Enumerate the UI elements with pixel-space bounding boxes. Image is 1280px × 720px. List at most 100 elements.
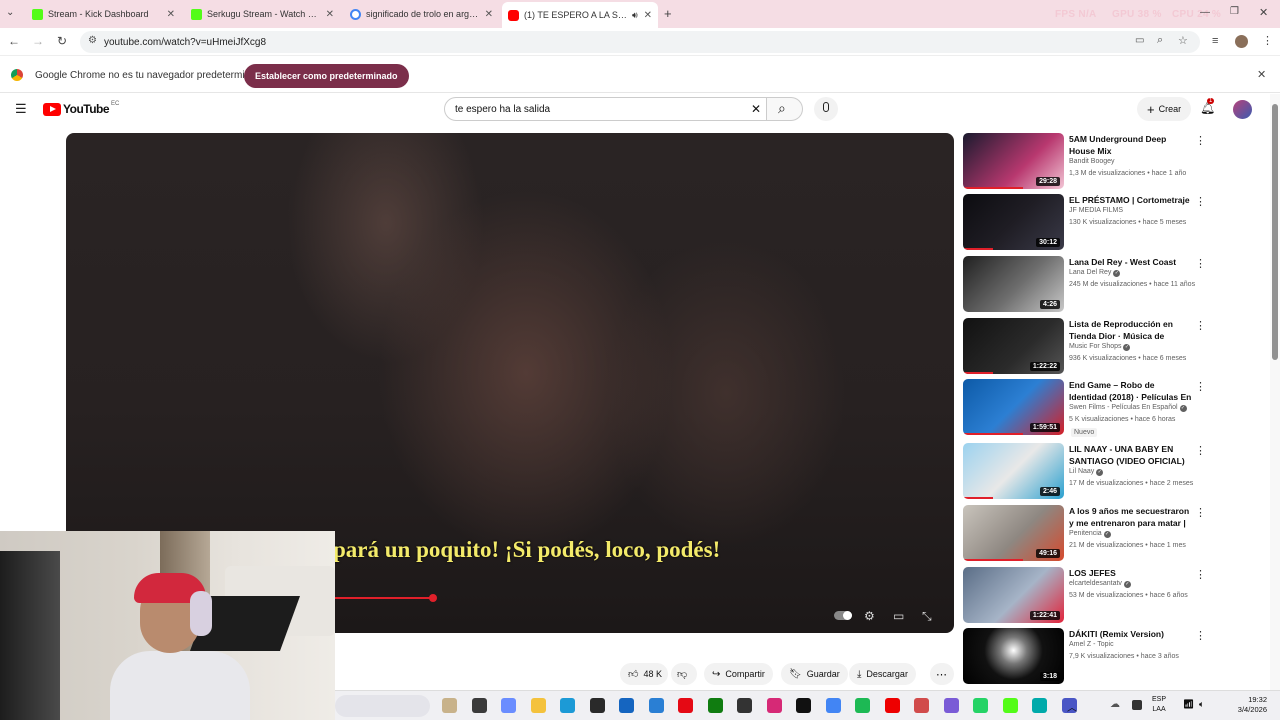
channel-name[interactable]: Bandit Boogey	[1069, 158, 1115, 165]
download-button[interactable]: ⤓ Descargar	[849, 663, 916, 685]
video-title[interactable]: Lista de Reproducción en Tienda Dior · M…	[1069, 318, 1193, 342]
media-controls-icon[interactable]: ≡	[1212, 35, 1218, 47]
more-options-icon[interactable]: ⋮	[1195, 319, 1206, 332]
wifi-icon[interactable]: 📶︎	[1183, 699, 1194, 710]
progress-bar[interactable]	[334, 594, 437, 602]
recommendation-item[interactable]: 30:12 EL PRÉSTAMO | Cortometraje JF MEDIA …	[963, 194, 1213, 250]
edge-icon[interactable]	[560, 698, 575, 713]
scrollbar-thumb[interactable]	[1272, 104, 1278, 360]
netflix-icon[interactable]	[678, 698, 693, 713]
whatsapp-icon[interactable]	[973, 698, 988, 713]
channel-name[interactable]: Lana Del Rey ✓	[1069, 269, 1121, 277]
like-button[interactable]: 👍︎ 48 K	[620, 663, 668, 685]
close-icon[interactable]: ✕	[1257, 68, 1266, 81]
tab-serkugu-stream[interactable]: Serkugu Stream - Watch Live o ✕	[185, 3, 340, 25]
taskbar-search-box[interactable]	[335, 695, 430, 717]
widget-icon[interactable]	[442, 698, 457, 713]
kick-icon[interactable]	[1002, 698, 1018, 713]
task-view-icon[interactable]	[471, 698, 487, 713]
tray-app-icon[interactable]	[1132, 700, 1142, 710]
more-actions-button[interactable]: ⋯	[930, 663, 954, 685]
notifications-button[interactable]: 🔔︎ 1	[1200, 98, 1215, 115]
speaker-icon[interactable]: 🔊︎	[632, 10, 638, 21]
recommendation-item[interactable]: 49:16 A los 9 años me secuestraron y me e…	[963, 505, 1213, 561]
save-button[interactable]: 🔖︎ Guardar	[781, 663, 848, 685]
tray-onedrive-icon[interactable]: ☁	[1110, 699, 1120, 710]
site-info-icon[interactable]: ⚙	[88, 35, 97, 46]
video-title[interactable]: LOS JEFES	[1069, 567, 1193, 579]
capcut-icon[interactable]	[737, 698, 752, 713]
video-thumbnail[interactable]: 49:16	[963, 505, 1064, 561]
recommendation-item[interactable]: 3:18 DÁKITI (Remix Version) Amel Z - Topic…	[963, 628, 1213, 684]
dislike-button[interactable]: 👎︎	[671, 663, 697, 685]
video-title[interactable]: End Game – Robo de Identidad (2018) · Pe…	[1069, 379, 1193, 403]
video-thumbnail[interactable]: 29:28	[963, 133, 1064, 189]
chrome-menu-icon[interactable]: ⋮	[1262, 34, 1273, 47]
search-button[interactable]: ⌕	[767, 97, 803, 121]
store-icon[interactable]	[648, 698, 664, 713]
account-avatar[interactable]	[1233, 100, 1252, 119]
more-options-icon[interactable]: ⋮	[1195, 444, 1206, 457]
new-tab-button[interactable]: +	[664, 6, 672, 21]
video-thumbnail[interactable]: 1:59:51	[963, 379, 1064, 435]
tiktok-icon[interactable]	[796, 698, 811, 713]
channel-name[interactable]: Swen Films - Películas En Español ✓	[1069, 404, 1187, 412]
cast-icon[interactable]: ▭	[1135, 35, 1144, 46]
close-icon[interactable]: ✕	[485, 9, 493, 20]
maximize-icon[interactable]: ❐	[1230, 6, 1239, 17]
video-thumbnail[interactable]: 4:26	[963, 256, 1064, 312]
video-thumbnail[interactable]: 3:18	[963, 628, 1064, 684]
channel-name[interactable]: elcarteldesantatv ✓	[1069, 580, 1131, 588]
volume-icon[interactable]: 🔈︎	[1199, 699, 1204, 710]
instagram-icon[interactable]	[766, 698, 782, 713]
share-button[interactable]: ↪ Compartir	[704, 663, 773, 685]
channel-name[interactable]: Amel Z - Topic	[1069, 641, 1114, 648]
close-icon[interactable]: ✕	[167, 9, 175, 20]
video-thumbnail[interactable]: 1:22:22	[963, 318, 1064, 374]
reload-icon[interactable]: ↻	[54, 34, 70, 48]
autoplay-toggle[interactable]	[834, 611, 852, 620]
recommendation-item[interactable]: 4:26 Lana Del Rey - West Coast Lana Del Re…	[963, 256, 1213, 312]
search-input[interactable]: te espero ha la salida ✕	[444, 97, 767, 121]
zoom-icon[interactable]: ⌕	[1157, 34, 1163, 47]
file-explorer-icon[interactable]	[530, 698, 546, 713]
fullscreen-icon[interactable]: ⤡	[922, 609, 932, 624]
minimize-icon[interactable]: —	[1200, 7, 1210, 18]
video-title[interactable]: DÁKITI (Remix Version)	[1069, 628, 1193, 640]
video-title[interactable]: A los 9 años me secuestraron y me entren…	[1069, 505, 1193, 529]
close-window-icon[interactable]: ✕	[1259, 6, 1268, 19]
create-button[interactable]: + Crear	[1137, 97, 1192, 121]
chatgpt-icon[interactable]	[943, 698, 959, 713]
video-title[interactable]: Lana Del Rey - West Coast	[1069, 256, 1193, 268]
voice-search-button[interactable]	[814, 97, 838, 121]
channel-name[interactable]: Music For Shops ✓	[1069, 343, 1131, 351]
copilot-icon[interactable]	[501, 698, 516, 713]
tab-kick-dashboard[interactable]: Stream - Kick Dashboard ✕	[26, 3, 181, 25]
channel-name[interactable]: JF MEDIA FILMS	[1069, 207, 1123, 214]
recommendation-item[interactable]: 1:59:51 End Game – Robo de Identidad (201…	[963, 379, 1213, 437]
chrome-icon[interactable]	[825, 698, 841, 713]
clock[interactable]: 19:32 3/4/2026	[1215, 695, 1267, 715]
settings-icon[interactable]: ⚙	[864, 609, 875, 623]
youtube-logo[interactable]: YouTube EC	[43, 101, 119, 116]
clear-icon[interactable]: ✕	[751, 102, 761, 116]
video-title[interactable]: 5AM Underground Deep House Mix	[1069, 133, 1193, 157]
tray-chevron-icon[interactable]: ︿	[1067, 699, 1077, 714]
close-icon[interactable]: ✕	[326, 9, 334, 20]
more-options-icon[interactable]: ⋮	[1195, 629, 1206, 642]
tab-youtube-video[interactable]: (1) TE ESPERO A LA SALIDA 🔊︎ ✕	[502, 2, 658, 28]
tab-google-search[interactable]: significado de trolo en argentin ✕	[344, 3, 499, 25]
more-options-icon[interactable]: ⋮	[1195, 134, 1206, 147]
obs-icon[interactable]	[589, 698, 605, 713]
video-thumbnail[interactable]: 30:12	[963, 194, 1064, 250]
music-app-icon[interactable]	[1032, 698, 1047, 713]
channel-name[interactable]: Penitencia ✓	[1069, 530, 1111, 538]
spotify-icon[interactable]	[855, 698, 870, 713]
recommendation-item[interactable]: 29:28 5AM Underground Deep House Mix Bandi…	[963, 133, 1213, 189]
scrollbar[interactable]	[1270, 94, 1280, 690]
video-title[interactable]: EL PRÉSTAMO | Cortometraje	[1069, 194, 1193, 206]
more-options-icon[interactable]: ⋮	[1195, 380, 1206, 393]
more-options-icon[interactable]: ⋮	[1195, 568, 1206, 581]
set-default-button[interactable]: Establecer como predeterminado	[244, 64, 409, 88]
menu-icon[interactable]: ☰	[15, 101, 27, 117]
